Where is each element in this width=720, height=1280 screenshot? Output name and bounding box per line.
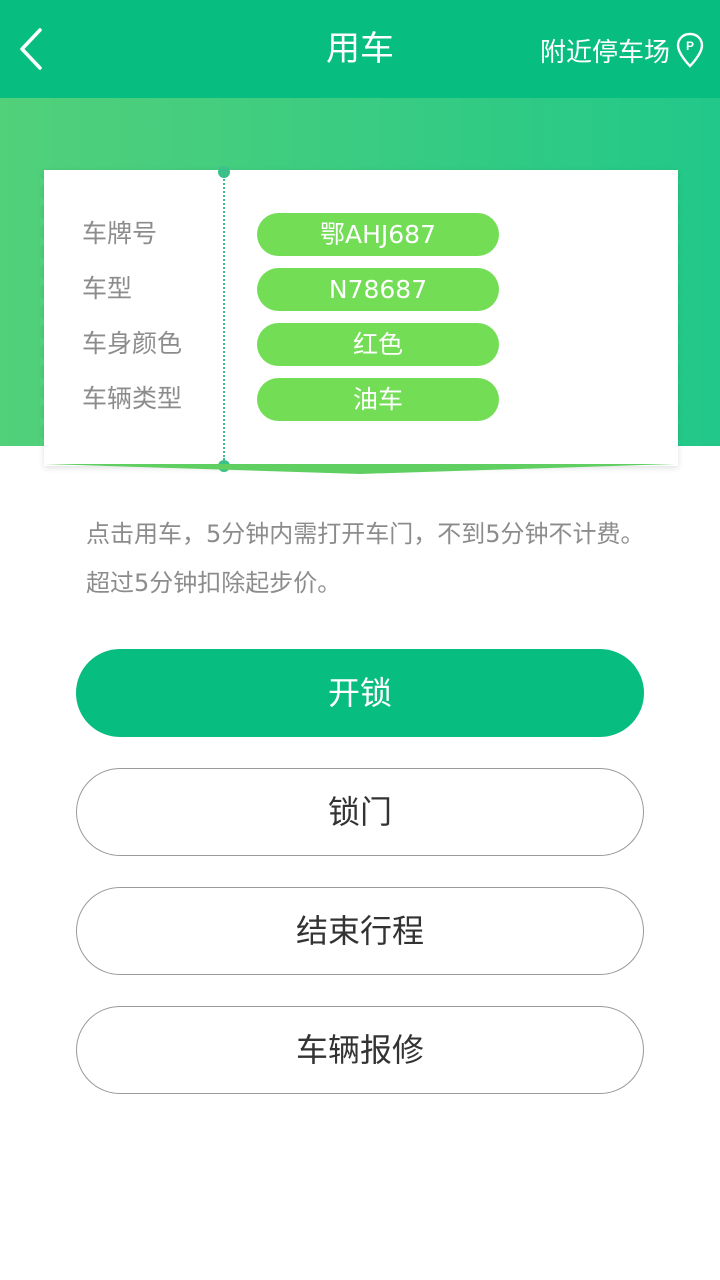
color-value: 红色 [257, 323, 499, 366]
nearby-parking-label: 附近停车场 [539, 37, 670, 68]
report-repair-button[interactable]: 车辆报修 [76, 1006, 644, 1094]
chevron-left-icon [20, 28, 42, 70]
ticket-scallop-left [40, 178, 44, 446]
svg-text:P: P [686, 39, 694, 53]
end-trip-button[interactable]: 结束行程 [76, 887, 644, 975]
plate-value: 鄂AHJ687 [257, 213, 499, 256]
type-value: 油车 [257, 378, 499, 421]
type-label: 车辆类型 [82, 384, 183, 413]
nearby-parking-button[interactable]: 附近停车场 P [540, 28, 704, 72]
top-bar: 用车 附近停车场 P [0, 0, 720, 98]
vehicle-info-values: 鄂AHJ687 N78687 红色 油车 [257, 213, 499, 433]
parking-pin-icon: P [676, 32, 704, 68]
plate-label: 车牌号 [82, 219, 158, 248]
usage-notice: 点击用车，5分钟内需打开车门，不到5分钟不计费。超过5分钟扣除起步价。 [86, 520, 645, 597]
vehicle-info-card: 车牌号 车型 车身颜色 车辆类型 鄂AHJ687 N78687 红色 油车 [40, 166, 682, 472]
unlock-button[interactable]: 开锁 [76, 649, 644, 737]
lock-door-button[interactable]: 锁门 [76, 768, 644, 856]
ticket-scallop-right [678, 178, 682, 446]
back-button[interactable] [12, 24, 52, 74]
ticket-bottom-accent [44, 464, 676, 474]
color-label: 车身颜色 [82, 329, 183, 358]
model-value: N78687 [257, 268, 499, 311]
model-label: 车型 [82, 274, 133, 303]
vehicle-info-labels: 车牌号 车型 车身颜色 车辆类型 [82, 212, 182, 432]
ticket-divider [223, 176, 225, 460]
use-car-page: 用车 附近停车场 P 车牌号 车型 车身颜色 车辆类型 鄂AHJ687 N786… [0, 0, 720, 1280]
